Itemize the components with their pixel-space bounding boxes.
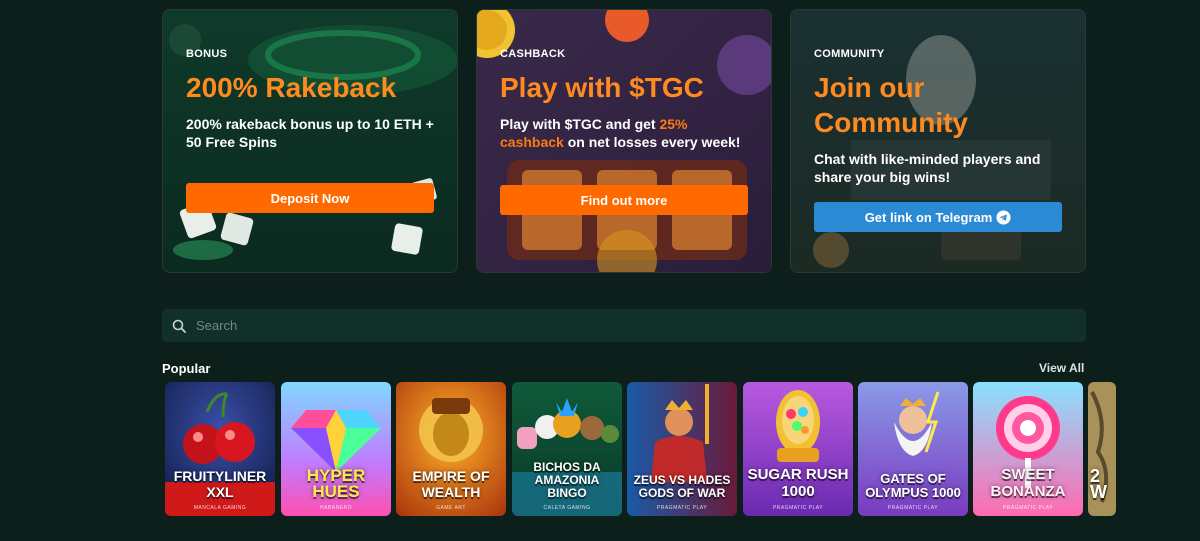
game-title: Bichos da Amazonia Bingo	[533, 460, 601, 500]
game-title: Fruityliner XXL	[173, 468, 267, 500]
game-title: Sugar Rush 1000	[747, 466, 849, 500]
promo-card-community[interactable]: COMMUNITY Join our Community Chat with l…	[790, 9, 1086, 273]
game-tile-zeus-vs-hades[interactable]: Zeus vs Hades Gods of War Pragmatic Play	[627, 382, 737, 516]
telegram-icon	[996, 209, 1011, 225]
promo-headline: 200% Rakeback	[186, 72, 397, 103]
game-title: Gates of Olympus 1000	[865, 471, 961, 500]
game-provider: Pragmatic Play	[1002, 505, 1054, 511]
popular-games-list: Fruityliner XXL Mancala Gaming Hyper Hue…	[165, 382, 1117, 516]
promo-tag: CASHBACK	[500, 48, 566, 60]
game-tile-partial[interactable]: 2 W	[1088, 382, 1116, 516]
view-all-link[interactable]: View All	[1039, 361, 1084, 375]
promo-description: 200% rakeback bonus up to 10 ETH + 50 Fr…	[186, 116, 434, 150]
game-tile-bichos-da-amazonia[interactable]: Bichos da Amazonia Bingo Caleta Gaming	[512, 382, 622, 516]
game-tile-sweet-bonanza[interactable]: Sweet Bonanza Pragmatic Play	[973, 382, 1083, 516]
promo-description: Chat with like-minded players and share …	[814, 151, 1041, 185]
promo-description-start: Play with $TGC and get	[500, 116, 660, 132]
game-title: Hyper Hues	[306, 466, 366, 501]
promo-card-cashback[interactable]: CASHBACK Play with $TGC Play with $TGC a…	[476, 9, 772, 273]
search-icon	[172, 319, 186, 333]
deposit-now-button[interactable]: Deposit Now	[186, 183, 434, 213]
game-provider: Habanero	[319, 505, 353, 511]
game-tile-fruityliner-xxl[interactable]: Fruityliner XXL Mancala Gaming	[165, 382, 275, 516]
section-title-popular: Popular	[162, 361, 211, 376]
game-provider: Pragmatic Play	[887, 505, 939, 511]
promo-headline: Play with $TGC	[500, 72, 704, 103]
game-title: 2 W	[1090, 466, 1107, 502]
game-tile-hyper-hues[interactable]: Hyper Hues Habanero	[281, 382, 391, 516]
promo-card-bonus[interactable]: BONUS 200% Rakeback 200% rakeback bonus …	[162, 9, 458, 273]
game-tile-sugar-rush-1000[interactable]: Sugar Rush 1000 Pragmatic Play	[743, 382, 853, 516]
game-tile-empire-of-wealth[interactable]: Empire of Wealth Game Art	[396, 382, 506, 516]
promo-row: BONUS 200% Rakeback 200% rakeback bonus …	[162, 9, 1086, 273]
promo-tag: COMMUNITY	[814, 48, 885, 60]
game-tile-gates-of-olympus-1000[interactable]: Gates of Olympus 1000 Pragmatic Play	[858, 382, 968, 516]
game-provider: Pragmatic Play	[772, 505, 824, 511]
game-provider: Pragmatic Play	[656, 505, 708, 511]
game-provider: Mancala Gaming	[193, 505, 247, 511]
promo-description: Play with $TGC and get 25% cashback on n…	[500, 115, 750, 151]
game-title: Zeus vs Hades Gods of War	[633, 473, 731, 500]
game-provider: Game Art	[436, 505, 466, 511]
find-out-more-button[interactable]: Find out more	[500, 185, 748, 215]
telegram-button-label: Get link on Telegram	[864, 209, 993, 225]
search-bar[interactable]	[162, 309, 1086, 342]
game-provider: Caleta Gaming	[543, 505, 591, 511]
promo-tag: BONUS	[186, 48, 228, 60]
promo-headline: Join our Community	[814, 72, 968, 138]
search-input[interactable]	[194, 317, 1058, 334]
telegram-link-button[interactable]: Get link on Telegram	[814, 202, 1062, 232]
promo-description-end: on net losses every week!	[563, 134, 741, 150]
game-title: Empire of Wealth	[412, 468, 490, 500]
game-title: Sweet Bonanza	[990, 466, 1066, 500]
